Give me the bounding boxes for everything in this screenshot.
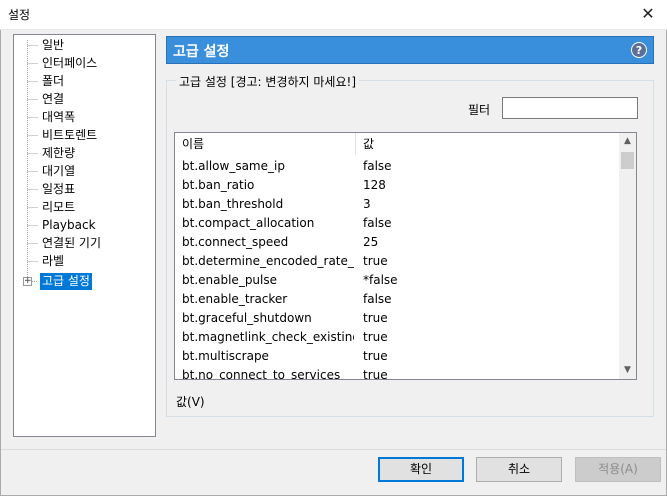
row-value: true — [363, 368, 388, 380]
ok-button[interactable]: 확인 — [378, 457, 464, 482]
filter-input[interactable] — [502, 97, 638, 119]
scroll-up-icon[interactable]: ▲ — [619, 133, 636, 150]
tree-item-queueing[interactable]: 대기열 — [40, 163, 77, 180]
tree-item-remote[interactable]: 리모트 — [40, 199, 77, 216]
list-row[interactable]: bt.enable_pulse *false — [175, 271, 620, 290]
tree-item-connection[interactable]: 연결 — [40, 91, 66, 108]
row-name: bt.graceful_shutdown — [182, 311, 312, 325]
tree-item-playback[interactable]: Playback — [40, 217, 98, 234]
row-name: bt.ban_threshold — [182, 197, 284, 211]
row-value: 3 — [363, 197, 371, 211]
row-name: bt.ban_ratio — [182, 178, 255, 192]
row-name: bt.enable_pulse — [182, 273, 278, 287]
value-label: 값(V) — [176, 395, 205, 409]
tree-item-bittorrent[interactable]: 비트토렌트 — [40, 127, 99, 144]
list-row[interactable]: bt.compact_allocation false — [175, 214, 620, 233]
row-value: *false — [363, 273, 398, 287]
settings-tree[interactable]: 일반 인터페이스 폴더 연결 대역폭 비트토렌트 제한량 대기열 일정표 리모트… — [13, 34, 156, 437]
title-bar: 설정 ✕ — [0, 0, 667, 30]
tree-item-general[interactable]: 일반 — [40, 37, 66, 54]
list-row[interactable]: bt.connect_speed 25 — [175, 233, 620, 252]
row-value: true — [363, 311, 388, 325]
section-title: 고급 설정 — [173, 44, 230, 60]
row-name: bt.connect_speed — [182, 235, 289, 249]
row-value: 128 — [363, 178, 386, 192]
row-name: bt.determine_encoded_rate_fo... — [182, 254, 354, 268]
list-row[interactable]: bt.ban_threshold 3 — [175, 195, 620, 214]
list-row[interactable]: bt.enable_tracker false — [175, 290, 620, 309]
column-header-name[interactable]: 이름 — [175, 133, 356, 155]
tree-item-folders[interactable]: 폴더 — [40, 73, 66, 90]
list-rows: bt.allow_same_ip false bt.ban_ratio 128 bt… — [175, 157, 620, 380]
settings-list[interactable]: 이름 값 bt.allow_same_ip false bt.ban_ratio 1… — [174, 132, 637, 380]
row-name: bt.enable_tracker — [182, 292, 288, 306]
tree-item-labels[interactable]: 라벨 — [40, 253, 66, 270]
cancel-button[interactable]: 취소 — [476, 457, 562, 482]
list-row[interactable]: bt.determine_encoded_rate_fo... true — [175, 252, 620, 271]
row-value: false — [363, 159, 392, 173]
tree-item-advanced[interactable]: 고급 설정 — [40, 273, 92, 290]
list-row[interactable]: bt.allow_same_ip false — [175, 157, 620, 176]
list-row[interactable]: bt.graceful_shutdown true — [175, 309, 620, 328]
row-name: bt.compact_allocation — [182, 216, 315, 230]
list-row[interactable]: bt.ban_ratio 128 — [175, 176, 620, 195]
row-value: true — [363, 254, 388, 268]
scroll-down-icon[interactable]: ▼ — [619, 362, 636, 379]
close-icon[interactable]: ✕ — [635, 2, 661, 26]
footer-divider — [0, 449, 667, 450]
apply-button[interactable]: 적용(A) — [575, 457, 661, 482]
row-value: false — [363, 292, 392, 306]
tree-item-interface[interactable]: 인터페이스 — [40, 55, 99, 72]
list-row[interactable]: bt.magnetlink_check_existing_... true — [175, 328, 620, 347]
tree-item-transfer-cap[interactable]: 제한량 — [40, 145, 77, 162]
row-name: bt.allow_same_ip — [182, 159, 285, 173]
tree-expand-icon[interactable]: + — [23, 277, 32, 286]
group-legend: 고급 설정 [경고: 변경하지 마세요!] — [176, 73, 359, 90]
window-title: 설정 — [8, 8, 31, 22]
list-row[interactable]: bt.no_connect_to_services true — [175, 366, 620, 380]
vertical-scrollbar[interactable]: ▲ ▼ — [619, 133, 636, 379]
tree-item-scheduler[interactable]: 일정표 — [40, 181, 77, 198]
row-name: bt.magnetlink_check_existing_... — [182, 330, 354, 344]
scroll-thumb[interactable] — [621, 152, 634, 169]
row-value: 25 — [363, 235, 379, 249]
row-value: true — [363, 330, 388, 344]
row-name: bt.no_connect_to_services — [182, 368, 341, 380]
tree-item-paired-devices[interactable]: 연결된 기기 — [40, 235, 103, 252]
section-header: 고급 설정 ? — [166, 36, 654, 64]
row-name: bt.multiscrape — [182, 349, 269, 363]
list-header: 이름 값 — [175, 133, 620, 155]
row-value: true — [363, 349, 388, 363]
help-icon[interactable]: ? — [631, 42, 647, 58]
column-header-value[interactable]: 값 — [356, 133, 620, 155]
list-row[interactable]: bt.multiscrape true — [175, 347, 620, 366]
row-value: false — [363, 216, 392, 230]
tree-item-bandwidth[interactable]: 대역폭 — [40, 109, 77, 126]
filter-label: 필터 — [468, 103, 491, 117]
